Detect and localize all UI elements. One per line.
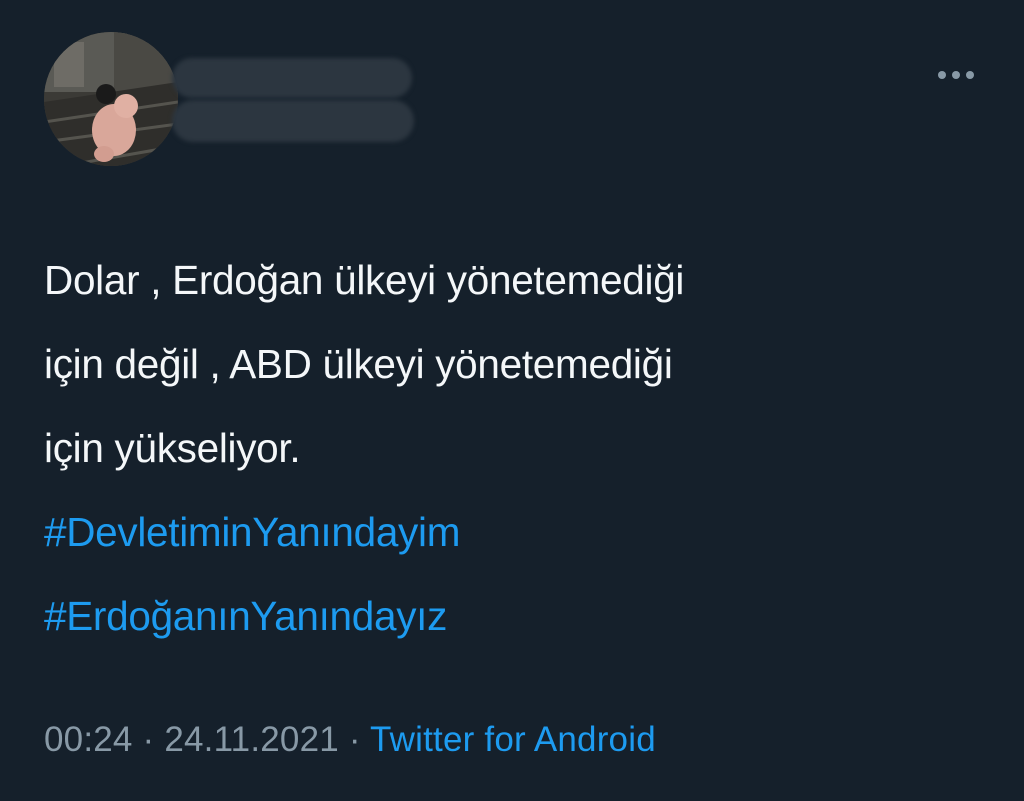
tweet-meta: 00:24 · 24.11.2021 · Twitter for Android — [44, 718, 656, 762]
tweet-date[interactable]: 24.11.2021 — [164, 720, 339, 759]
more-horizontal-icon[interactable] — [934, 66, 978, 84]
avatar-image — [44, 32, 178, 166]
tweet-text-line: Dolar , Erdoğan ülkeyi yönetemediği — [44, 257, 685, 303]
tweet-text: Dolar , Erdoğan ülkeyi yönetemediği için… — [44, 238, 984, 658]
username-redacted[interactable] — [172, 100, 414, 142]
tweet-text-line: için değil , ABD ülkeyi yönetemediği — [44, 341, 673, 387]
meta-separator: · — [142, 720, 155, 759]
tweet-text-line: için yükseliyor. — [44, 425, 301, 471]
hashtag-link[interactable]: #DevletiminYanındayim — [44, 490, 984, 574]
tweet-card: Dolar , Erdoğan ülkeyi yönetemediği için… — [0, 0, 1024, 801]
display-name-redacted[interactable] — [172, 58, 412, 98]
hashtag-link[interactable]: #ErdoğanınYanındayız — [44, 574, 984, 658]
avatar[interactable] — [44, 32, 178, 166]
tweet-source-link[interactable]: Twitter for Android — [370, 720, 656, 759]
tweet-time[interactable]: 00:24 — [44, 720, 133, 759]
meta-separator: · — [348, 720, 361, 759]
